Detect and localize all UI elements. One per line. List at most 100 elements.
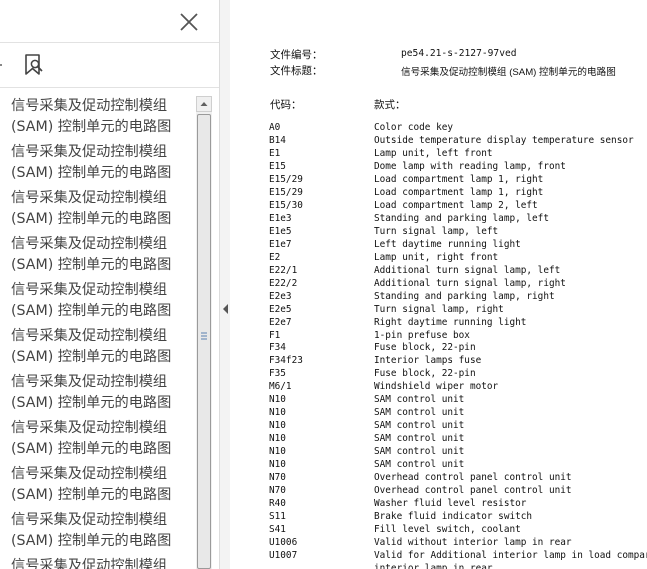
row-description: Left daytime running light (374, 238, 521, 250)
table-row: E2e5 Turn signal lamp, right (231, 303, 647, 316)
file-number-label: 文件编号： (270, 49, 323, 61)
bookmark-item[interactable]: 信号采集及促动控制模组 (SAM) 控制单元的电路图 (11, 188, 196, 229)
row-description: Interior lamps fuse (374, 355, 482, 367)
row-code: F35 (269, 368, 286, 380)
bookmark-item[interactable]: 信号采集及促动控制模组 (SAM) 控制单元的电路图 (11, 464, 196, 505)
row-code: E2e3 (269, 290, 292, 302)
thumb-grip-icon (201, 332, 207, 340)
table-row: N10 SAM control unit (231, 458, 647, 471)
row-description: Lamp unit, right front (374, 251, 499, 263)
row-description: SAM control unit (374, 394, 465, 406)
row-code: N10 (269, 459, 286, 471)
bookmark-item[interactable]: 信号采集及促动控制模组 (SAM) 控制单元的电路图 (11, 142, 196, 183)
row-description: SAM control unit (374, 407, 465, 419)
bookmark-item[interactable]: 信号采集及促动控制模组 (SAM) 控制单元的电路图 (11, 280, 196, 321)
table-row: E15 Dome lamp with reading lamp, front (231, 160, 647, 173)
bookmark-item[interactable]: 信号采集及促动控制模组 (SAM) 控制单元的电路图 (11, 234, 196, 275)
bookmark-item-line2: (SAM) 控制单元的电路图 (11, 486, 172, 503)
table-row: F34f23 Interior lamps fuse (231, 354, 647, 367)
row-description: Additional turn signal lamp, left (374, 264, 561, 276)
row-code: E22/2 (269, 277, 298, 289)
row-description: Fuse block, 22-pin (374, 368, 476, 380)
table-row: A0 Color code key (231, 121, 647, 134)
bookmark-item-line1: 信号采集及促动控制模组 (11, 420, 168, 436)
table-row: E2e7 Right daytime running light (231, 316, 647, 329)
row-description: Turn signal lamp, right (374, 303, 504, 315)
row-code: F34 (269, 342, 286, 354)
file-title-value: 信号采集及促动控制模组 (SAM) 控制单元的电路图 (401, 67, 616, 78)
row-description: SAM control unit (374, 446, 465, 458)
row-description: Valid for Additional interior lamp in lo… (374, 550, 647, 561)
table-row: B14 Outside temperature display temperatu… (231, 134, 647, 147)
row-description: Dome lamp with reading lamp, front (374, 160, 566, 172)
row-code: E2e7 (269, 316, 292, 328)
options-dropdown-icon[interactable] (0, 53, 4, 77)
table-row: N10 SAM control unit (231, 393, 647, 406)
table-row: N10 SAM control unit (231, 406, 647, 419)
row-description: Valid without interior lamp in rear (374, 537, 572, 549)
row-code: E15/29 (269, 186, 303, 198)
row-description: Additional turn signal lamp, right (374, 277, 566, 289)
bookmark-item-line1: 信号采集及促动控制模组 (11, 466, 168, 482)
table-row: E22/2 Additional turn signal lamp, right (231, 277, 647, 290)
bookmark-item[interactable]: 信号采集及促动控制模组 (SAM) 控制单元的电路图 (11, 326, 196, 367)
row-description: Overhead control panel control unit (374, 485, 572, 497)
row-description: 1-pin prefuse box (374, 329, 470, 341)
table-row: E1e5 Turn signal lamp, left (231, 225, 647, 238)
table-row: N10 SAM control unit (231, 419, 647, 432)
bookmark-search-icon[interactable] (23, 53, 45, 77)
row-code: E1e5 (269, 225, 292, 237)
table-row: U1006 Valid without interior lamp in rear (231, 536, 647, 549)
item-column-header: 款式： (374, 99, 406, 111)
row-code: F34f23 (269, 355, 303, 367)
bookmark-item-line2: (SAM) 控制单元的电路图 (11, 302, 172, 319)
row-code: E2 (269, 251, 281, 263)
row-code: E2e5 (269, 303, 292, 315)
row-code: E22/1 (269, 264, 298, 276)
bookmark-item[interactable]: 信号采集及促动控制模组 (SAM) 控制单元的电路图 (11, 510, 196, 551)
row-description: SAM control unit (374, 459, 465, 471)
bookmark-item-line2: (SAM) 控制单元的电路图 (11, 164, 172, 181)
bookmark-scrollbar[interactable] (196, 96, 212, 569)
row-description: Right daytime running light (374, 316, 527, 328)
row-code: E15 (269, 160, 286, 172)
row-description: Load compartment lamp 1, right (374, 173, 544, 185)
table-row: N10 SAM control unit (231, 445, 647, 458)
table-row: E1e3 Standing and parking lamp, left (231, 212, 647, 225)
table-row: E15/30 Load compartment lamp 2, left (231, 199, 647, 212)
row-description: Brake fluid indicator switch (374, 511, 533, 523)
bookmark-list: 信号采集及促动控制模组 (SAM) 控制单元的电路图 信号采集及促动控制模组 (SAM… (0, 96, 196, 569)
row-code: E1e3 (269, 212, 292, 224)
bookmark-item-line2: (SAM) 控制单元的电路图 (11, 532, 172, 549)
row-code: N10 (269, 394, 286, 406)
bookmark-item-line2: (SAM) 控制单元的电路图 (11, 394, 172, 411)
row-description: Lamp unit, left front (374, 147, 493, 159)
table-row: F34 Fuse block, 22-pin (231, 341, 647, 354)
row-code: N10 (269, 433, 286, 445)
table-row: interior lamp in rear (231, 562, 647, 569)
panel-splitter[interactable] (219, 0, 230, 569)
table-row: E2 Lamp unit, right front (231, 251, 647, 264)
bookmark-item-line2: (SAM) 控制单元的电路图 (11, 256, 172, 273)
close-icon[interactable] (178, 11, 200, 33)
bookmark-item-line2: (SAM) 控制单元的电路图 (11, 118, 172, 135)
bookmark-item[interactable]: 信号采集及促动控制模组 (SAM) 控制单元的电路图 (11, 96, 196, 137)
row-description: Load compartment lamp 1, right (374, 186, 544, 198)
row-code: N10 (269, 446, 286, 458)
collapse-panel-arrow-icon[interactable] (222, 302, 229, 314)
row-code: S41 (269, 524, 286, 536)
table-row: N10 SAM control unit (231, 432, 647, 445)
bookmark-item-line1: 信号采集及促动控制模组 (11, 190, 168, 206)
scroll-up-arrow-icon[interactable] (196, 96, 212, 112)
bookmark-item-line1: 信号采集及促动控制模组 (11, 98, 168, 114)
scrollbar-thumb[interactable] (197, 114, 211, 569)
row-code: N70 (269, 472, 286, 484)
table-row: N70 Overhead control panel control unit (231, 484, 647, 497)
bookmark-item[interactable]: 信号采集及促动控制模组 (SAM) 控制单元的电路图 (11, 372, 196, 413)
table-row: S11 Brake fluid indicator switch (231, 510, 647, 523)
code-column-header: 代码： (270, 99, 302, 111)
bookmark-item[interactable]: 信号采集及促动控制模组 (SAM) 控制单元的电路图 (11, 418, 196, 459)
bookmark-item-line2: (SAM) 控制单元的电路图 (11, 348, 172, 365)
table-row: E2e3 Standing and parking lamp, right (231, 290, 647, 303)
bookmark-item[interactable]: 信号采集及促动控制模组 (11, 556, 196, 569)
